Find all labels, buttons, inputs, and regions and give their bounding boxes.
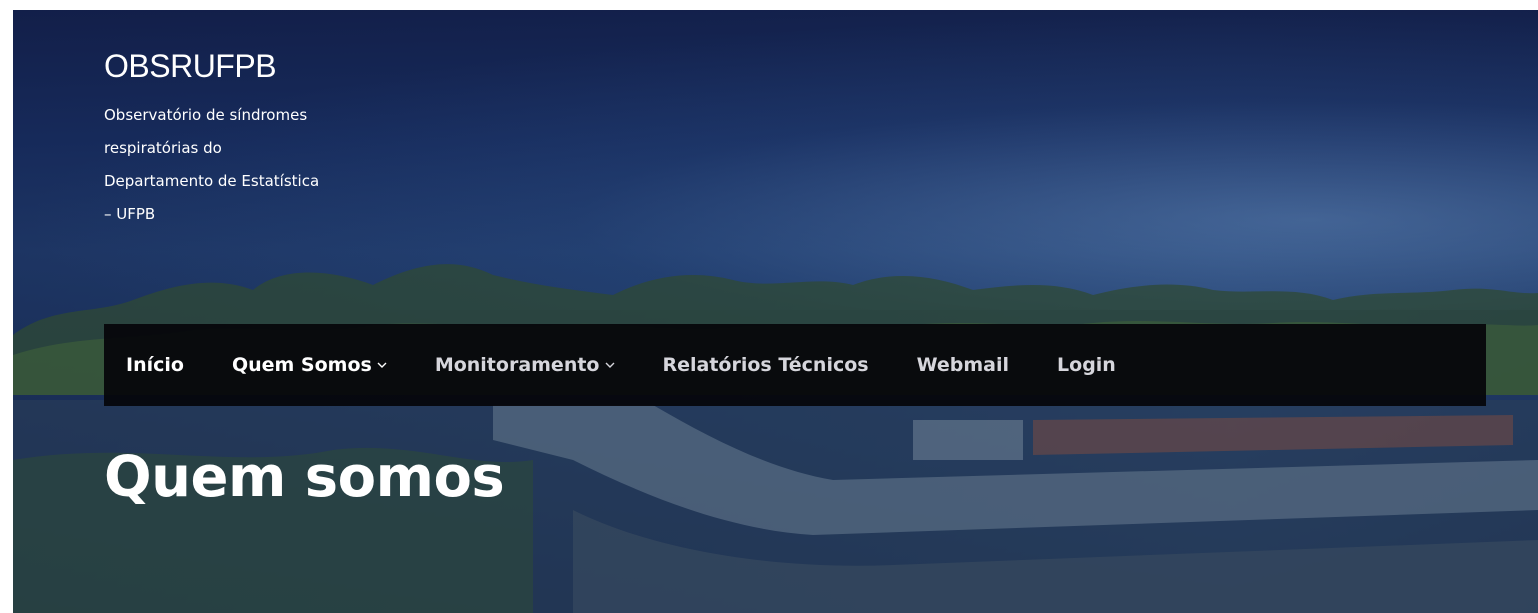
- hero-banner: OBSRUFPB Observatório de síndromes respi…: [13, 10, 1538, 613]
- tagline-line: Departamento de Estatística: [104, 172, 320, 190]
- nav-item-relatorios-tecnicos[interactable]: Relatórios Técnicos: [663, 354, 869, 376]
- main-navigation: Início Quem Somos Monitoramento Relatóri…: [104, 324, 1486, 406]
- site-tagline: Observatório de síndromes respiratórias …: [104, 99, 414, 231]
- nav-item-label: Início: [126, 354, 184, 376]
- nav-item-label: Quem Somos: [231, 354, 372, 376]
- nav-item-webmail[interactable]: Webmail: [917, 354, 1009, 376]
- site-branding: OBSRUFPB Observatório de síndromes respi…: [104, 48, 434, 231]
- site-title[interactable]: OBSRUFPB: [104, 48, 434, 85]
- nav-item-quem-somos[interactable]: Quem Somos: [232, 354, 387, 376]
- tagline-line: respiratórias do: [104, 139, 222, 157]
- nav-item-monitoramento[interactable]: Monitoramento: [435, 354, 615, 376]
- chevron-down-icon: [605, 362, 614, 368]
- nav-item-login[interactable]: Login: [1057, 354, 1116, 376]
- nav-item-label: Monitoramento: [434, 354, 600, 376]
- chevron-down-icon: [377, 362, 387, 368]
- nav-item-label: Login: [1057, 354, 1116, 376]
- nav-item-inicio[interactable]: Início: [126, 354, 184, 376]
- nav-item-label: Relatórios Técnicos: [662, 354, 869, 376]
- tagline-line: – UFPB: [104, 205, 156, 223]
- tagline-line: Observatório de síndromes: [104, 106, 308, 124]
- page-title: Quem somos: [104, 445, 505, 510]
- nav-item-label: Webmail: [916, 354, 1010, 376]
